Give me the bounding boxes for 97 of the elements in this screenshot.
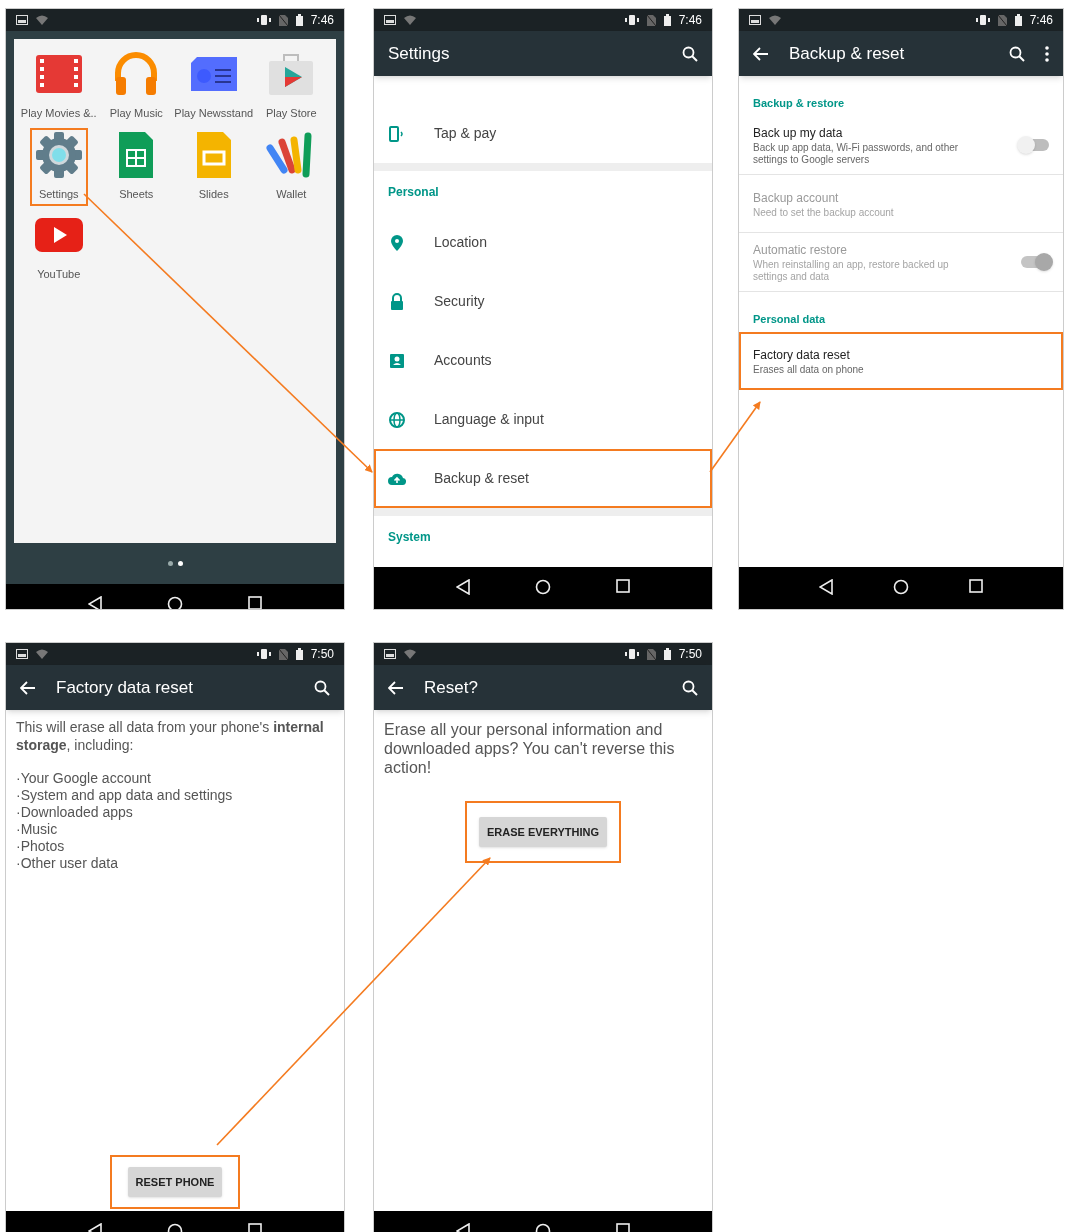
settings-item[interactable]: Language & input xyxy=(374,390,712,449)
app-shortcut[interactable]: Play Store xyxy=(263,49,319,124)
globe-icon xyxy=(388,410,406,429)
preference-title: Automatic restore xyxy=(753,242,849,259)
back-arrow-icon[interactable] xyxy=(388,680,404,695)
toolbar-title: Settings xyxy=(388,42,451,65)
settings-item[interactable]: Tap & pay xyxy=(374,104,712,163)
lock-icon xyxy=(388,292,406,311)
app-shortcut[interactable]: Slides xyxy=(186,129,241,204)
search-icon[interactable] xyxy=(682,679,698,696)
list-item: ·Other user data xyxy=(16,855,119,872)
preference-title: Factory data reset xyxy=(753,346,851,364)
status-time: 7:50 xyxy=(310,646,334,663)
section-header: System xyxy=(388,529,431,546)
vibrate-icon xyxy=(256,15,271,25)
search-icon[interactable] xyxy=(1009,45,1025,62)
erase-everything-button[interactable]: ERASE EVERYTHING xyxy=(478,817,608,847)
settings-item[interactable]: Accounts xyxy=(374,331,712,390)
settings-item[interactable]: Location xyxy=(374,213,712,272)
app-shortcut[interactable]: YouTube xyxy=(31,210,86,285)
toolbar-title: Factory data reset xyxy=(56,676,194,699)
preference-summary: Erases all data on phone xyxy=(753,363,865,376)
image-notification-icon xyxy=(384,649,396,659)
app-shortcut[interactable]: Play Music xyxy=(107,49,165,124)
list-item: ·Photos xyxy=(16,838,66,855)
list-item: ·Downloaded apps xyxy=(16,804,134,821)
wifi-icon xyxy=(36,649,48,659)
preference-title: Back up my data xyxy=(753,125,844,142)
app-shortcut[interactable]: Sheets xyxy=(109,129,164,204)
wifi-icon xyxy=(36,15,48,25)
wifi-icon xyxy=(404,15,416,25)
preference-item[interactable]: Factory data reset Erases all data on phone xyxy=(739,332,1063,390)
battery-icon xyxy=(295,648,303,660)
home-icon[interactable] xyxy=(167,596,183,609)
gear-icon xyxy=(33,129,84,180)
status-time: 7:46 xyxy=(678,12,702,29)
app-shortcut[interactable]: Play Newsstand xyxy=(172,49,256,124)
phone-signal-icon xyxy=(388,124,406,143)
back-icon[interactable] xyxy=(819,579,833,595)
wifi-icon xyxy=(769,15,781,25)
image-notification-icon xyxy=(16,649,28,659)
battery-icon xyxy=(295,14,303,26)
no-sim-icon xyxy=(646,14,656,26)
back-arrow-icon[interactable] xyxy=(753,46,769,61)
no-sim-icon xyxy=(278,14,288,26)
status-time: 7:46 xyxy=(310,12,334,29)
vibrate-icon xyxy=(256,649,271,659)
section-header: Backup & restore xyxy=(753,97,845,109)
list-item: ·Your Google account xyxy=(16,770,152,787)
app-shortcut[interactable]: Settings xyxy=(31,129,86,204)
status-time: 7:46 xyxy=(1029,12,1053,29)
back-icon[interactable] xyxy=(456,579,471,595)
battery-icon xyxy=(663,14,671,26)
status-time: 7:50 xyxy=(678,646,702,663)
list-item: ·System and app data and settings xyxy=(16,787,234,804)
arrow xyxy=(709,401,761,473)
recents-icon[interactable] xyxy=(969,579,983,593)
vibrate-icon xyxy=(624,15,639,25)
preference-summary: Back up app data, Wi-Fi passwords, and other settings to Google servers xyxy=(753,142,960,166)
section-header: Personal xyxy=(388,184,439,201)
list-item: ·Music xyxy=(16,821,59,838)
home-icon[interactable] xyxy=(893,579,909,595)
image-notification-icon xyxy=(384,15,396,25)
image-notification-icon xyxy=(16,15,28,25)
no-sim-icon xyxy=(278,648,288,660)
vibrate-icon xyxy=(975,15,990,25)
more-options-icon[interactable] xyxy=(1045,45,1049,62)
contact-card-icon xyxy=(388,351,406,370)
app-shortcut[interactable]: Play Movies &.. xyxy=(18,49,99,124)
recents-icon[interactable] xyxy=(247,596,262,609)
preference-summary: When reinstalling an app, restore backed up settings and data xyxy=(753,259,950,283)
home-icon[interactable] xyxy=(535,579,551,595)
settings-item[interactable]: Security xyxy=(374,272,712,331)
preference-title: Backup account xyxy=(753,189,840,207)
battery-icon xyxy=(663,648,671,660)
toolbar-title: Reset? xyxy=(424,676,479,699)
reset-phone-button[interactable]: RESET PHONE xyxy=(127,1167,223,1197)
vibrate-icon xyxy=(624,649,639,659)
search-icon[interactable] xyxy=(314,679,330,696)
recents-icon[interactable] xyxy=(615,579,630,593)
search-icon[interactable] xyxy=(682,45,698,62)
preference-summary: Need to set the backup account xyxy=(753,206,895,219)
battery-icon xyxy=(1014,14,1022,26)
wifi-icon xyxy=(404,649,416,659)
back-icon[interactable] xyxy=(88,596,103,609)
location-pin-icon xyxy=(388,233,406,252)
confirmation-message: Erase all your personal information and downloaded apps? You can't reverse this action! xyxy=(384,720,676,777)
no-sim-icon xyxy=(646,648,656,660)
image-notification-icon xyxy=(749,15,761,25)
section-header: Personal data xyxy=(753,313,826,325)
settings-item[interactable]: Backup & reset xyxy=(374,449,712,508)
app-shortcut[interactable]: Wallet xyxy=(264,129,319,204)
no-sim-icon xyxy=(997,14,1007,26)
back-arrow-icon[interactable] xyxy=(20,680,36,695)
toolbar-title: Backup & reset xyxy=(789,42,906,65)
preference-item[interactable]: Back up my data Back up app data, Wi-Fi passwords, and other settings to Google servers xyxy=(739,116,1063,175)
warning-text: This will erase all data from your phone's internal storage, including: xyxy=(16,718,325,754)
